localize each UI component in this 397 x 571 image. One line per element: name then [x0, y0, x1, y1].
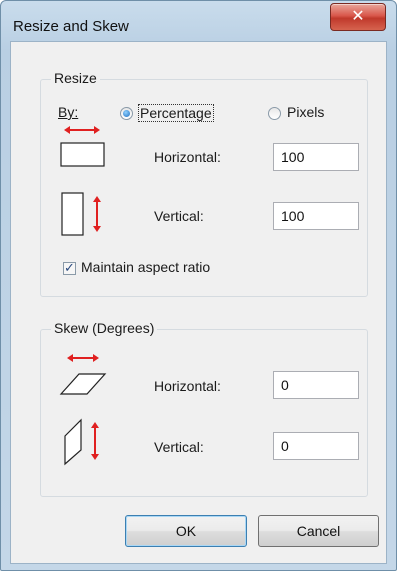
window-title: Resize and Skew	[13, 18, 129, 35]
resize-vertical-input[interactable]	[273, 202, 359, 230]
ok-button[interactable]: OK	[125, 515, 247, 547]
skew-vertical-label: Vertical:	[154, 439, 204, 455]
pixels-label[interactable]: Pixels	[287, 104, 324, 120]
pixels-radio[interactable]	[268, 107, 281, 120]
skew-horizontal-input[interactable]	[273, 371, 359, 399]
percentage-label[interactable]: Percentage	[138, 104, 214, 122]
resize-horizontal-input[interactable]	[273, 143, 359, 171]
percentage-radio[interactable]	[120, 107, 133, 120]
skew-horizontal-icon	[59, 354, 107, 395]
close-button[interactable]: ✕	[330, 3, 386, 31]
resize-group-label: Resize	[51, 70, 100, 86]
maintain-aspect-checkbox[interactable]	[63, 260, 76, 276]
dialog-client: Resize By: Percentage Pixels Horizontal:…	[10, 41, 387, 564]
close-icon: ✕	[351, 8, 365, 25]
skew-horizontal-label: Horizontal:	[154, 378, 221, 394]
skew-vertical-icon	[64, 418, 99, 466]
title-bar[interactable]: Resize and Skew ✕	[1, 1, 396, 39]
cancel-button[interactable]: Cancel	[258, 515, 379, 547]
by-label: By:	[58, 104, 79, 120]
resize-skew-dialog: Resize and Skew ✕ Resize By: Percentage …	[0, 0, 397, 571]
resize-vertical-icon	[61, 192, 101, 236]
resize-horizontal-icon	[60, 126, 105, 167]
resize-horizontal-label: Horizontal:	[154, 149, 221, 165]
skew-group-label: Skew (Degrees)	[51, 320, 158, 336]
resize-vertical-label: Vertical:	[154, 208, 204, 224]
skew-vertical-input[interactable]	[273, 432, 359, 460]
maintain-aspect-label[interactable]: Maintain aspect ratio	[81, 259, 210, 275]
